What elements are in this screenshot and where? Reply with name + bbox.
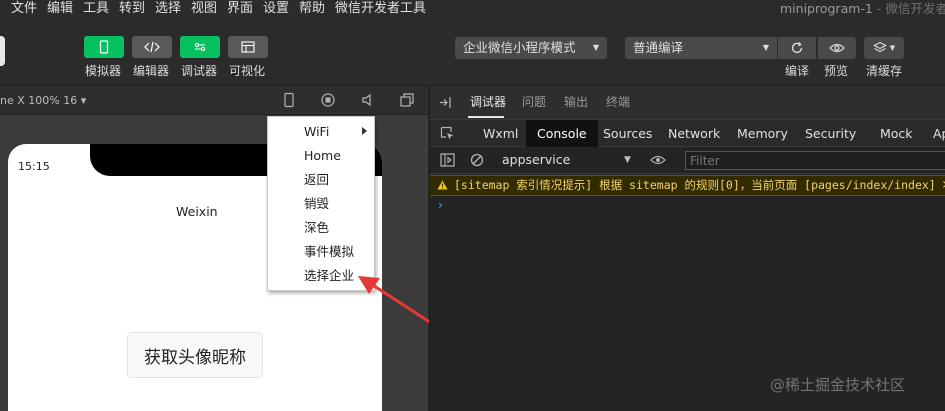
dock-icon[interactable] xyxy=(439,96,453,109)
chevron-down-icon: ▼ xyxy=(624,155,631,165)
panel-tab-console[interactable]: Console xyxy=(526,120,598,147)
active-tab-indicator xyxy=(468,116,504,118)
device-select[interactable]: ne X 100% 16 ▾ xyxy=(0,86,86,115)
menu-interface[interactable]: 界面 xyxy=(227,0,253,18)
clear-console-icon[interactable] xyxy=(470,153,484,167)
panel-tab-mock[interactable]: Mock xyxy=(880,120,913,147)
menu-item-home[interactable]: Home xyxy=(304,148,341,164)
popout-icon[interactable] xyxy=(399,92,415,108)
avatar[interactable] xyxy=(0,36,5,66)
devtools-panel: 调试器 问题 输出 终端 Wxml Console Sources Networ… xyxy=(429,86,945,411)
menu-item-destroy[interactable]: 销毁 xyxy=(304,196,329,212)
menu-select[interactable]: 选择 xyxy=(155,0,181,18)
visual-label: 可视化 xyxy=(229,64,266,78)
menu-devtools[interactable]: 微信开发者工具 xyxy=(335,0,426,18)
tab-debugger[interactable]: 调试器 xyxy=(470,86,506,119)
get-avatar-nickname-button[interactable]: 获取头像昵称 xyxy=(127,332,263,378)
code-icon xyxy=(144,41,160,53)
preview-button[interactable] xyxy=(818,37,856,59)
window-title-project: miniprogram-1 xyxy=(780,1,873,16)
phone-icon xyxy=(99,40,109,54)
tab-output[interactable]: 输出 xyxy=(564,86,588,119)
page-title: Weixin xyxy=(176,204,218,219)
menu-tools[interactable]: 工具 xyxy=(83,0,109,18)
menu-bar: 文件 编辑 工具 转到 选择 视图 界面 设置 帮助 微信开发者工具 minip… xyxy=(0,0,945,19)
watermark: @稀土掘金技术社区 xyxy=(770,376,906,394)
menu-edit[interactable]: 编辑 xyxy=(47,0,73,18)
tab-terminal[interactable]: 终端 xyxy=(606,86,630,119)
layout-icon xyxy=(241,41,255,53)
refresh-icon xyxy=(791,42,803,54)
window-title-suffix: - 微信开发者 xyxy=(872,1,945,16)
simulator-label: 模拟器 xyxy=(85,64,122,78)
menu-help[interactable]: 帮助 xyxy=(299,0,325,18)
stop-icon[interactable] xyxy=(320,92,336,108)
menu-item-wifi[interactable]: WiFi xyxy=(304,124,329,140)
console-toolbar: appservice ▼ xyxy=(430,147,945,174)
eye-icon[interactable] xyxy=(650,154,666,166)
layers-icon xyxy=(873,41,887,53)
clear-cache-button[interactable]: ▼ xyxy=(864,37,904,59)
panel-tab-memory[interactable]: Memory xyxy=(737,120,788,147)
menu-item-event-simulation[interactable]: 事件模拟 xyxy=(304,244,354,260)
devtools-panel-tabs: Wxml Console Sources Network Memory Secu… xyxy=(430,119,945,147)
mode-select[interactable]: 企业微信小程序模式 ▼ xyxy=(455,37,607,59)
warning-message: [sitemap 索引情况提示] 根据 sitemap 的规则[0]，当前页面 … xyxy=(454,178,945,192)
editor-label: 编辑器 xyxy=(133,64,170,78)
menu-item-back[interactable]: 返回 xyxy=(304,172,329,188)
chevron-down-icon: ▼ xyxy=(889,44,896,52)
panel-tab-security[interactable]: Security xyxy=(805,120,856,147)
sidebar-toggle-icon[interactable] xyxy=(440,153,455,167)
compile-button[interactable] xyxy=(778,37,816,59)
compile-mode-select[interactable]: 普通编译 ▼ xyxy=(625,37,777,59)
debug-icon xyxy=(194,42,206,52)
phone-icon[interactable] xyxy=(281,92,297,108)
mode-select-value: 企业微信小程序模式 xyxy=(463,40,576,55)
tab-issues[interactable]: 问题 xyxy=(522,86,546,119)
panel-tab-network[interactable]: Network xyxy=(668,120,720,147)
menu-item-select-enterprise[interactable]: 选择企业 xyxy=(304,268,354,284)
chevron-down-icon: ▼ xyxy=(762,43,769,52)
menu-settings[interactable]: 设置 xyxy=(263,0,289,18)
eye-icon xyxy=(829,43,845,53)
volume-icon[interactable] xyxy=(360,92,376,108)
simulator-header: ne X 100% 16 ▾ xyxy=(0,86,428,115)
status-time: 15:15 xyxy=(18,160,50,173)
compile-label: 编译 xyxy=(785,64,810,78)
compile-mode-value: 普通编译 xyxy=(633,40,684,55)
visual-toggle-button[interactable] xyxy=(228,36,268,58)
warning-icon xyxy=(437,180,448,190)
menu-view[interactable]: 视图 xyxy=(191,0,217,18)
console-prompt[interactable]: › xyxy=(438,196,443,214)
chevron-down-icon: ▼ xyxy=(592,43,599,52)
debugger-toggle-button[interactable] xyxy=(180,36,220,58)
panel-tab-more[interactable]: Ap xyxy=(933,120,945,147)
toolbar: 模拟器 编辑器 调试器 可视化 企业微信小程序模式 ▼ 普通编译 ▼ ▼ 编译 … xyxy=(0,19,945,86)
editor-toggle-button[interactable] xyxy=(132,36,172,58)
menu-item-dark-mode[interactable]: 深色 xyxy=(304,220,329,236)
debugger-label: 调试器 xyxy=(181,64,218,78)
inspect-icon[interactable] xyxy=(440,126,455,141)
panel-tab-wxml[interactable]: Wxml xyxy=(483,120,518,147)
devtools-tabs: 调试器 问题 输出 终端 xyxy=(430,86,945,119)
menu-goto[interactable]: 转到 xyxy=(119,0,145,18)
simulator-toggle-button[interactable] xyxy=(84,36,124,58)
filter-input[interactable] xyxy=(685,151,945,170)
window-title: miniprogram-1 - 微信开发者 xyxy=(780,0,945,18)
menu-file[interactable]: 文件 xyxy=(11,0,37,18)
clear-cache-label: 清缓存 xyxy=(866,64,903,78)
chevron-right-icon xyxy=(362,127,367,135)
console-warning-row: [sitemap 索引情况提示] 根据 sitemap 的规则[0]，当前页面 … xyxy=(430,175,945,196)
panel-tab-sources[interactable]: Sources xyxy=(603,120,652,147)
preview-label: 预览 xyxy=(824,64,849,78)
simulator-context-menu: WiFi Home 返回 销毁 深色 事件模拟 选择企业 xyxy=(267,116,375,291)
context-select[interactable]: appservice xyxy=(502,147,570,173)
